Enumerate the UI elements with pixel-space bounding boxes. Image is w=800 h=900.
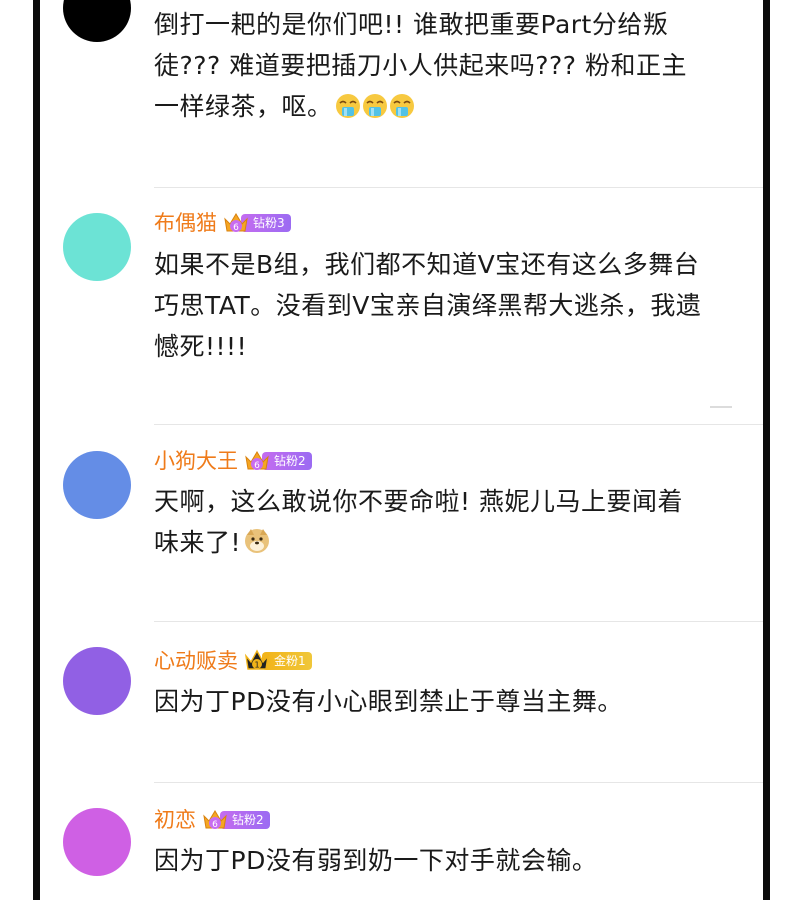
comment-item: 布偶猫 6 钻粉3 如果不是B组，我们都不知道V宝还有这么多舞台 巧思TAT。没… — [40, 188, 763, 425]
comment-text-line-content: 味来了! — [154, 528, 242, 557]
comment-text-line: 如果不是B组，我们都不知道V宝还有这么多舞台 — [154, 250, 700, 279]
more-indicator — [710, 406, 732, 408]
comment-text-line: 徒??? 难道要把插刀小人供起来吗??? 粉和正主 — [154, 51, 688, 80]
comment-text-line: 因为丁PD没有弱到奶一下对手就会输。 — [154, 846, 598, 875]
doge-emoji-icon — [243, 526, 271, 567]
comment-text: 如果不是B组，我们都不知道V宝还有这么多舞台 巧思TAT。没看到V宝亲自演绎黑帮… — [154, 244, 754, 367]
comment-header: 小狗大王 6 钻粉2 — [154, 446, 312, 476]
fan-badge[interactable]: 6 钻粉2 — [202, 809, 270, 831]
comment-header: 初恋 6 钻粉2 — [154, 805, 270, 835]
comment-header: 布偶猫 6 钻粉3 — [154, 208, 291, 238]
comment-text: 因为丁PD没有小心眼到禁止于尊当主舞。 — [154, 681, 754, 722]
frame-border-left — [33, 0, 40, 900]
avatar[interactable] — [63, 647, 131, 715]
comment-feed: 倒打一耙的是你们吧!! 谁敢把重要Part分给叛 徒??? 难道要把插刀小人供起… — [0, 0, 800, 900]
avatar[interactable] — [63, 808, 131, 876]
avatar[interactable] — [63, 0, 131, 42]
svg-text:6: 6 — [233, 223, 239, 233]
fan-badge[interactable]: 6 钻粉3 — [223, 212, 291, 234]
comment-text-line: 倒打一耙的是你们吧!! 谁敢把重要Part分给叛 — [154, 10, 669, 39]
comment-text-line: 因为丁PD没有小心眼到禁止于尊当主舞。 — [154, 687, 623, 716]
comment-text-line: 巧思TAT。没看到V宝亲自演绎黑帮大逃杀，我遗 — [154, 291, 702, 320]
crown-icon: 6 — [202, 808, 228, 832]
comment-item: 心动贩卖 1 金粉1 因为丁PD没有小心眼到禁止于尊当主舞。 — [40, 622, 763, 783]
comment-text: 天啊，这么敢说你不要命啦! 燕妮儿马上要闻着 味来了! — [154, 481, 754, 567]
fan-badge[interactable]: 1 金粉1 — [244, 649, 312, 673]
username[interactable]: 布偶猫 — [154, 208, 217, 238]
svg-text:6: 6 — [212, 820, 218, 830]
crown-icon: 1 — [244, 649, 270, 673]
vomit-emoji-icon — [335, 90, 415, 131]
fan-badge[interactable]: 6 钻粉2 — [244, 450, 312, 472]
comment-text-line: 味来了! — [154, 522, 754, 567]
username[interactable]: 心动贩卖 — [154, 646, 238, 676]
comment-item: 初恋 6 钻粉2 因为丁PD没有弱到奶一下对手就会输。 — [40, 783, 763, 900]
comment-text-line: 一样绿茶，呕。 — [154, 86, 754, 131]
username[interactable]: 小狗大王 — [154, 446, 238, 476]
frame-border-right — [763, 0, 770, 900]
comment-item: 倒打一耙的是你们吧!! 谁敢把重要Part分给叛 徒??? 难道要把插刀小人供起… — [40, 0, 763, 188]
crown-icon: 6 — [244, 449, 270, 473]
svg-text:1: 1 — [254, 661, 259, 670]
comment-text: 因为丁PD没有弱到奶一下对手就会输。 — [154, 840, 754, 881]
avatar[interactable] — [63, 213, 131, 281]
comment-header: 心动贩卖 1 金粉1 — [154, 646, 312, 676]
comment-item: 小狗大王 6 钻粉2 天啊，这么敢说你不要命啦! 燕妮儿马上要闻着 味来了! — [40, 425, 763, 622]
comment-text-line: 天啊，这么敢说你不要命啦! 燕妮儿马上要闻着 — [154, 487, 683, 516]
comment-text-line-content: 一样绿茶，呕。 — [154, 92, 333, 121]
username[interactable]: 初恋 — [154, 805, 196, 835]
svg-text:6: 6 — [254, 461, 260, 471]
comment-text: 倒打一耙的是你们吧!! 谁敢把重要Part分给叛 徒??? 难道要把插刀小人供起… — [154, 4, 754, 131]
comment-text-line: 憾死!!!! — [154, 332, 248, 361]
crown-icon: 6 — [223, 211, 249, 235]
avatar[interactable] — [63, 451, 131, 519]
